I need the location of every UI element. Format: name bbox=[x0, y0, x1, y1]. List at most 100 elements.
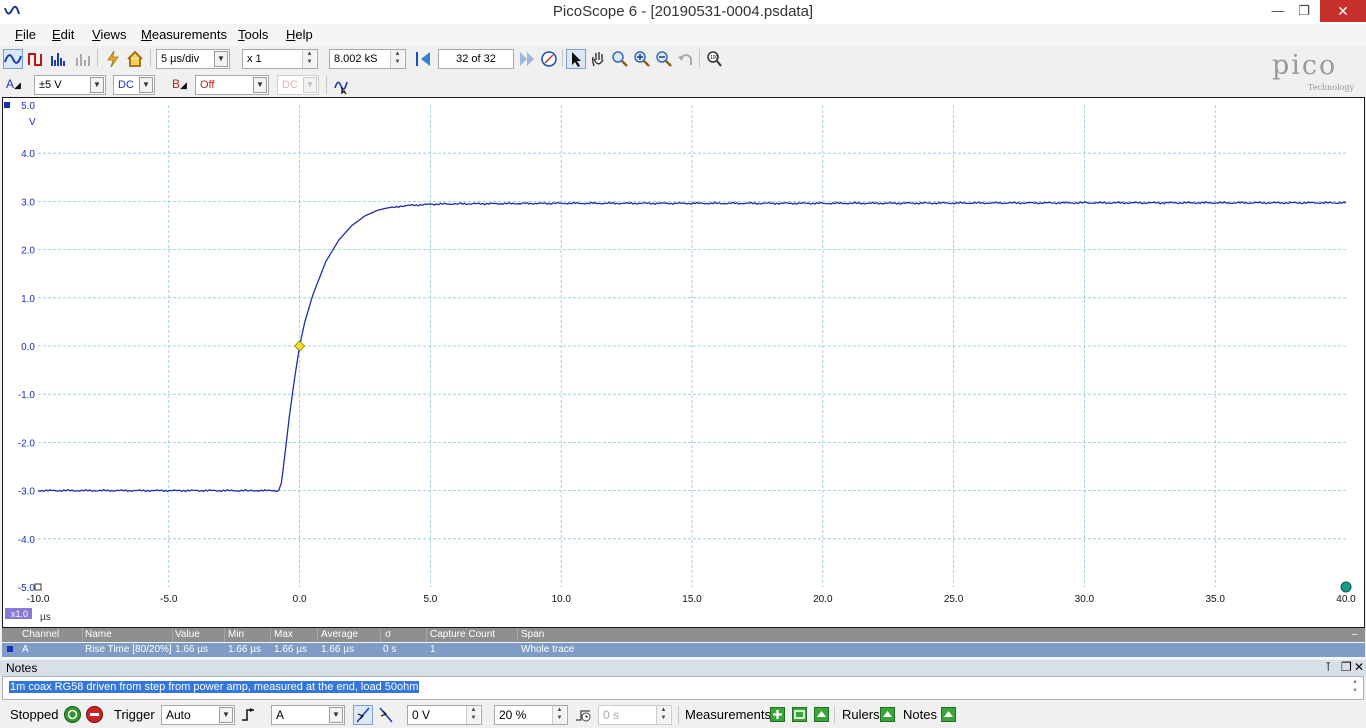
y-unit-label: V bbox=[29, 117, 36, 128]
column-header-channel[interactable]: Channel bbox=[22, 629, 59, 640]
zoom-tool-icon[interactable] bbox=[610, 49, 630, 69]
trigger-marker-icon[interactable] bbox=[294, 340, 306, 352]
rising-edge-icon[interactable] bbox=[353, 705, 373, 725]
close-icon[interactable]: ✕ bbox=[1354, 660, 1364, 674]
cell-capture-count: 1 bbox=[430, 644, 436, 655]
home-icon[interactable] bbox=[125, 49, 145, 69]
y-tick-label: 1.0 bbox=[21, 294, 35, 305]
menu-help[interactable]: Help bbox=[286, 27, 313, 42]
zoom-out-icon[interactable] bbox=[654, 49, 674, 69]
chevron-down-icon: ▼ bbox=[329, 707, 343, 723]
pin-icon[interactable]: ⊺ bbox=[1325, 660, 1331, 674]
menu-bar: File Edit Views Measurements Tools Help bbox=[0, 24, 1366, 46]
channel-a-axis-marker[interactable] bbox=[4, 102, 10, 108]
x-unit-label: µs bbox=[40, 612, 51, 623]
channel-b-range-select[interactable]: Off ▼ bbox=[195, 75, 269, 95]
scrollbar-arrows-icon[interactable]: ▲ ▼ bbox=[1348, 678, 1362, 698]
post-trigger-delay-icon[interactable] bbox=[573, 705, 593, 725]
buffer-overview-icon[interactable] bbox=[539, 49, 559, 69]
y-tick-label: 3.0 bbox=[21, 197, 35, 208]
cell-max: 1.66 µs bbox=[274, 644, 308, 655]
menu-views[interactable]: Views bbox=[92, 27, 126, 42]
zoom-to-fit-icon[interactable]: 100 bbox=[704, 49, 724, 69]
persistence-mode-icon[interactable] bbox=[26, 49, 46, 69]
notes-textarea[interactable]: 1m coax RG58 driven from step from power… bbox=[2, 676, 1364, 700]
zoom-in-icon[interactable] bbox=[632, 49, 652, 69]
restore-icon[interactable]: ❐ bbox=[1341, 660, 1352, 674]
column-header-max[interactable]: Max bbox=[274, 629, 293, 640]
collapse-icon[interactable]: – bbox=[1352, 629, 1358, 640]
measurements-table[interactable]: Channel Name Value Min Max Average σ Cap… bbox=[2, 628, 1365, 659]
spinner-arrows-icon[interactable]: ▲ ▼ bbox=[552, 706, 566, 724]
spinner-arrows-icon[interactable]: ▲ ▼ bbox=[466, 706, 480, 724]
spinner-arrows-icon[interactable]: ▲ ▼ bbox=[390, 50, 404, 68]
x-tick-label: -5.0 bbox=[160, 594, 178, 605]
edit-measurement-button[interactable] bbox=[792, 707, 807, 722]
spectrum-mode-icon[interactable] bbox=[48, 49, 68, 69]
add-measurement-button[interactable] bbox=[770, 707, 785, 722]
edit-icon bbox=[794, 710, 805, 719]
channel-b-button[interactable]: B◢ bbox=[172, 77, 187, 91]
ruler-origin-handle[interactable] bbox=[34, 583, 42, 591]
falling-edge-icon[interactable] bbox=[376, 705, 396, 725]
rulers-label: Rulers bbox=[842, 707, 880, 722]
notes-selected-text[interactable]: 1m coax RG58 driven from step from power… bbox=[9, 681, 420, 693]
column-header-capture-count[interactable]: Capture Count bbox=[430, 629, 495, 640]
waveform-plot[interactable]: 5.0 4.0 3.0 2.0 1.0 0.0 -1.0 -2.0 -3.0 -4.0 -5.0 -… bbox=[3, 98, 1364, 627]
play-icon bbox=[67, 709, 78, 720]
trigger-type-icon[interactable] bbox=[240, 705, 260, 725]
spinner-arrows-icon: ▲ ▼ bbox=[656, 706, 670, 724]
spinner-arrows-icon[interactable]: ▲ ▼ bbox=[302, 50, 316, 68]
pretrigger-stepper[interactable]: 20 % ▲ ▼ bbox=[494, 705, 568, 725]
close-button[interactable]: ✕ bbox=[1320, 0, 1366, 22]
menu-tools[interactable]: Tools bbox=[238, 27, 268, 42]
scope-mode-icon[interactable] bbox=[3, 49, 23, 69]
hand-tool-icon[interactable] bbox=[588, 49, 608, 69]
maximize-button[interactable]: ❐ bbox=[1290, 0, 1318, 22]
measurements-header: Channel Name Value Min Max Average σ Cap… bbox=[2, 628, 1365, 642]
column-header-average[interactable]: Average bbox=[321, 629, 358, 640]
channel-toolbar: A◢ ±5 V ▼ DC ▼ B◢ Off ▼ DC ▼ bbox=[0, 73, 1366, 97]
column-header-span[interactable]: Span bbox=[521, 629, 544, 640]
column-header-min[interactable]: Min bbox=[228, 629, 244, 640]
x-tick-label: 0.0 bbox=[293, 594, 307, 605]
column-header-sigma[interactable]: σ bbox=[385, 629, 391, 640]
first-buffer-icon[interactable] bbox=[413, 49, 433, 69]
delete-measurement-button[interactable] bbox=[814, 707, 829, 722]
pointer-tool-icon[interactable] bbox=[566, 49, 586, 69]
rulers-settings-button[interactable] bbox=[880, 707, 895, 722]
start-button[interactable] bbox=[64, 706, 81, 723]
channel-a-button[interactable]: A◢ bbox=[6, 77, 21, 91]
zoom-stepper[interactable]: x 1 ▲ ▼ bbox=[242, 49, 318, 69]
y-tick-label: -3.0 bbox=[18, 487, 36, 498]
menu-measurements[interactable]: Measurements bbox=[141, 27, 227, 42]
x-tick-label: 30.0 bbox=[1075, 594, 1095, 605]
trigger-label: Trigger bbox=[114, 707, 155, 722]
cell-average: 1.66 µs bbox=[321, 644, 355, 655]
trigger-level-stepper[interactable]: 0 V ▲ ▼ bbox=[407, 705, 482, 725]
undo-zoom-icon[interactable] bbox=[676, 49, 696, 69]
column-header-value[interactable]: Value bbox=[175, 629, 200, 640]
table-row[interactable]: A Rise Time [80/20%] 1.66 µs 1.66 µs 1.6… bbox=[2, 643, 1365, 657]
channel-a-coupling-select[interactable]: DC ▼ bbox=[113, 75, 155, 95]
signal-generator-icon[interactable] bbox=[103, 49, 123, 69]
channel-a-range-select[interactable]: ±5 V ▼ bbox=[34, 75, 106, 95]
trigger-source-select[interactable]: A ▼ bbox=[271, 705, 345, 725]
trigger-mode-select[interactable]: Auto ▼ bbox=[161, 705, 235, 725]
next-buffer-icon[interactable] bbox=[517, 49, 537, 69]
triangle-up-icon bbox=[883, 711, 892, 717]
timebase-select[interactable]: 5 µs/div ▼ bbox=[156, 49, 230, 69]
serial-decode-icon[interactable] bbox=[73, 49, 93, 69]
channel-options-icon[interactable] bbox=[332, 75, 352, 95]
buffer-navigator[interactable]: 32 of 32 bbox=[438, 49, 514, 69]
scope-view[interactable]: 5.0 4.0 3.0 2.0 1.0 0.0 -1.0 -2.0 -3.0 -4.0 -5.0 -… bbox=[2, 97, 1365, 628]
menu-edit[interactable]: Edit bbox=[52, 27, 74, 42]
minimize-button[interactable]: — bbox=[1264, 0, 1292, 22]
notes-toggle-button[interactable] bbox=[941, 707, 956, 722]
column-header-name[interactable]: Name bbox=[85, 629, 112, 640]
window-title: PicoScope 6 - [20190531-0004.psdata] bbox=[552, 3, 814, 20]
samples-stepper[interactable]: 8.002 kS ▲ ▼ bbox=[329, 49, 406, 69]
ruler-handle-icon[interactable] bbox=[1340, 581, 1352, 593]
menu-file[interactable]: File bbox=[15, 27, 36, 42]
stop-button[interactable] bbox=[86, 706, 103, 723]
